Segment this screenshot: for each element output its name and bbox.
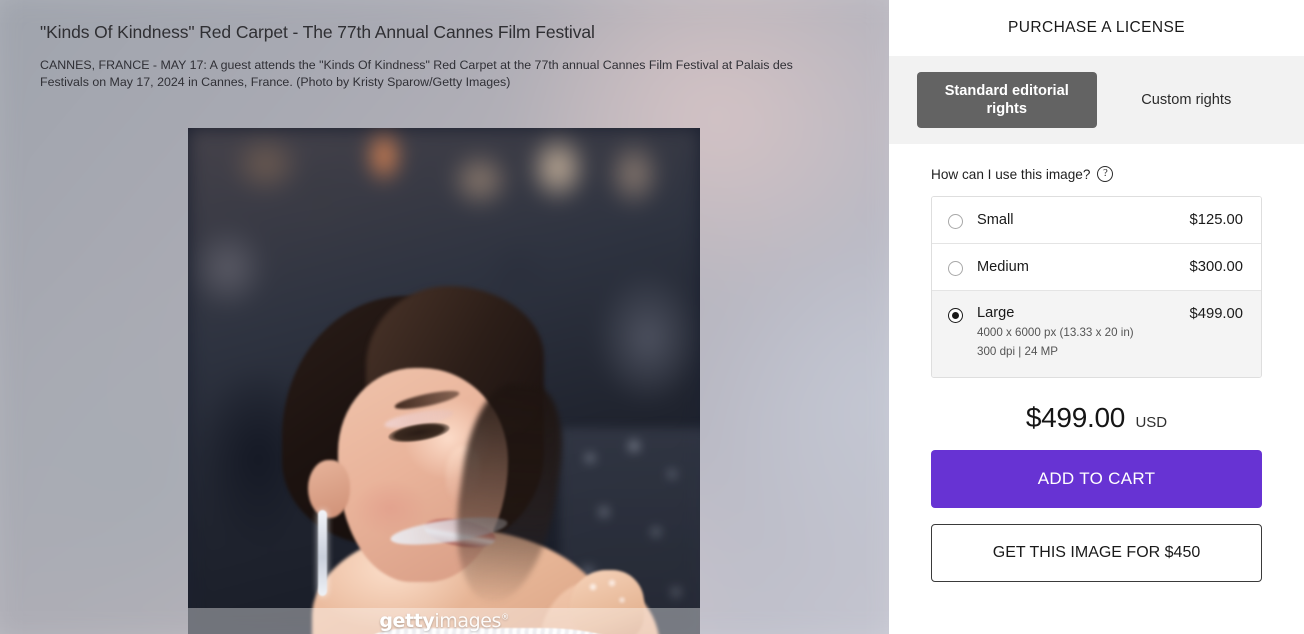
tab-standard-editorial-rights[interactable]: Standard editorial rights xyxy=(917,72,1097,128)
watermark-brand-light: images xyxy=(434,610,502,632)
page-title: "Kinds Of Kindness" Red Carpet - The 77t… xyxy=(40,22,595,42)
radio-button-small[interactable] xyxy=(948,214,963,229)
how-can-i-use-this-image-row[interactable]: How can I use this image? ? xyxy=(931,166,1262,182)
size-option-large-dimensions: 4000 x 6000 px (13.33 x 20 in) xyxy=(977,326,1134,339)
purchase-panel: PURCHASE A LICENSE Standard editorial ri… xyxy=(889,0,1304,634)
total-price: $499.00 USD xyxy=(931,402,1262,434)
photo-ear xyxy=(308,460,350,518)
get-this-image-button[interactable]: GET THIS IMAGE FOR $450 xyxy=(931,524,1262,582)
watermark-registered-mark: ® xyxy=(501,612,509,622)
main-photo[interactable]: gettyimages® xyxy=(188,128,700,634)
caption-overlay: "Kinds Of Kindness" Red Carpet - The 77t… xyxy=(40,22,840,91)
total-price-amount: $499.00 xyxy=(1025,402,1125,433)
watermark-text: gettyimages® xyxy=(379,610,509,632)
add-to-cart-button[interactable]: ADD TO CART xyxy=(931,450,1262,508)
how-can-i-use-this-image-label: How can I use this image? xyxy=(931,166,1091,182)
size-option-large-specs: 300 dpi | 24 MP xyxy=(977,345,1058,358)
size-option-medium-main: Medium xyxy=(977,258,1176,276)
size-option-small-main: Small xyxy=(977,211,1176,229)
size-option-medium-price: $300.00 xyxy=(1189,259,1244,275)
size-option-small-price: $125.00 xyxy=(1189,212,1244,228)
size-option-medium-label: Medium xyxy=(977,259,1029,275)
total-price-currency: USD xyxy=(1135,414,1168,431)
photo-earring xyxy=(318,510,327,596)
question-mark-icon[interactable]: ? xyxy=(1097,166,1114,182)
size-option-medium[interactable]: Medium $300.00 xyxy=(932,244,1261,291)
size-option-small[interactable]: Small $125.00 xyxy=(932,197,1261,244)
watermark-brand-bold: getty xyxy=(379,610,435,632)
size-option-large-price: $499.00 xyxy=(1189,306,1244,322)
size-option-large-label: Large xyxy=(977,305,1015,321)
size-options-list: Small $125.00 Medium $300.00 Large 4000 xyxy=(931,196,1262,378)
radio-button-large[interactable] xyxy=(948,308,963,323)
rights-tabstrip: Standard editorial rights Custom rights xyxy=(889,56,1304,144)
purchase-panel-body: How can I use this image? ? Small $125.0… xyxy=(889,166,1304,582)
size-option-large[interactable]: Large 4000 x 6000 px (13.33 x 20 in) 300… xyxy=(932,291,1261,377)
size-option-large-main: Large 4000 x 6000 px (13.33 x 20 in) 300… xyxy=(977,305,1176,359)
tab-standard-editorial-rights-label: Standard editorial rights xyxy=(944,83,1069,117)
tab-custom-rights-label: Custom rights xyxy=(1141,92,1232,108)
size-option-small-label: Small xyxy=(977,212,1014,228)
purchase-panel-heading: PURCHASE A LICENSE xyxy=(1008,19,1185,36)
getty-watermark: gettyimages® xyxy=(188,608,700,634)
radio-button-medium[interactable] xyxy=(948,261,963,276)
tab-custom-rights[interactable]: Custom rights xyxy=(1097,72,1277,128)
image-caption: CANNES, FRANCE - MAY 17: A guest attends… xyxy=(40,58,793,89)
page-root: gettyimages® "Kinds Of Kindness" Red Car… xyxy=(0,0,1304,634)
image-stage: gettyimages® "Kinds Of Kindness" Red Car… xyxy=(0,0,889,634)
